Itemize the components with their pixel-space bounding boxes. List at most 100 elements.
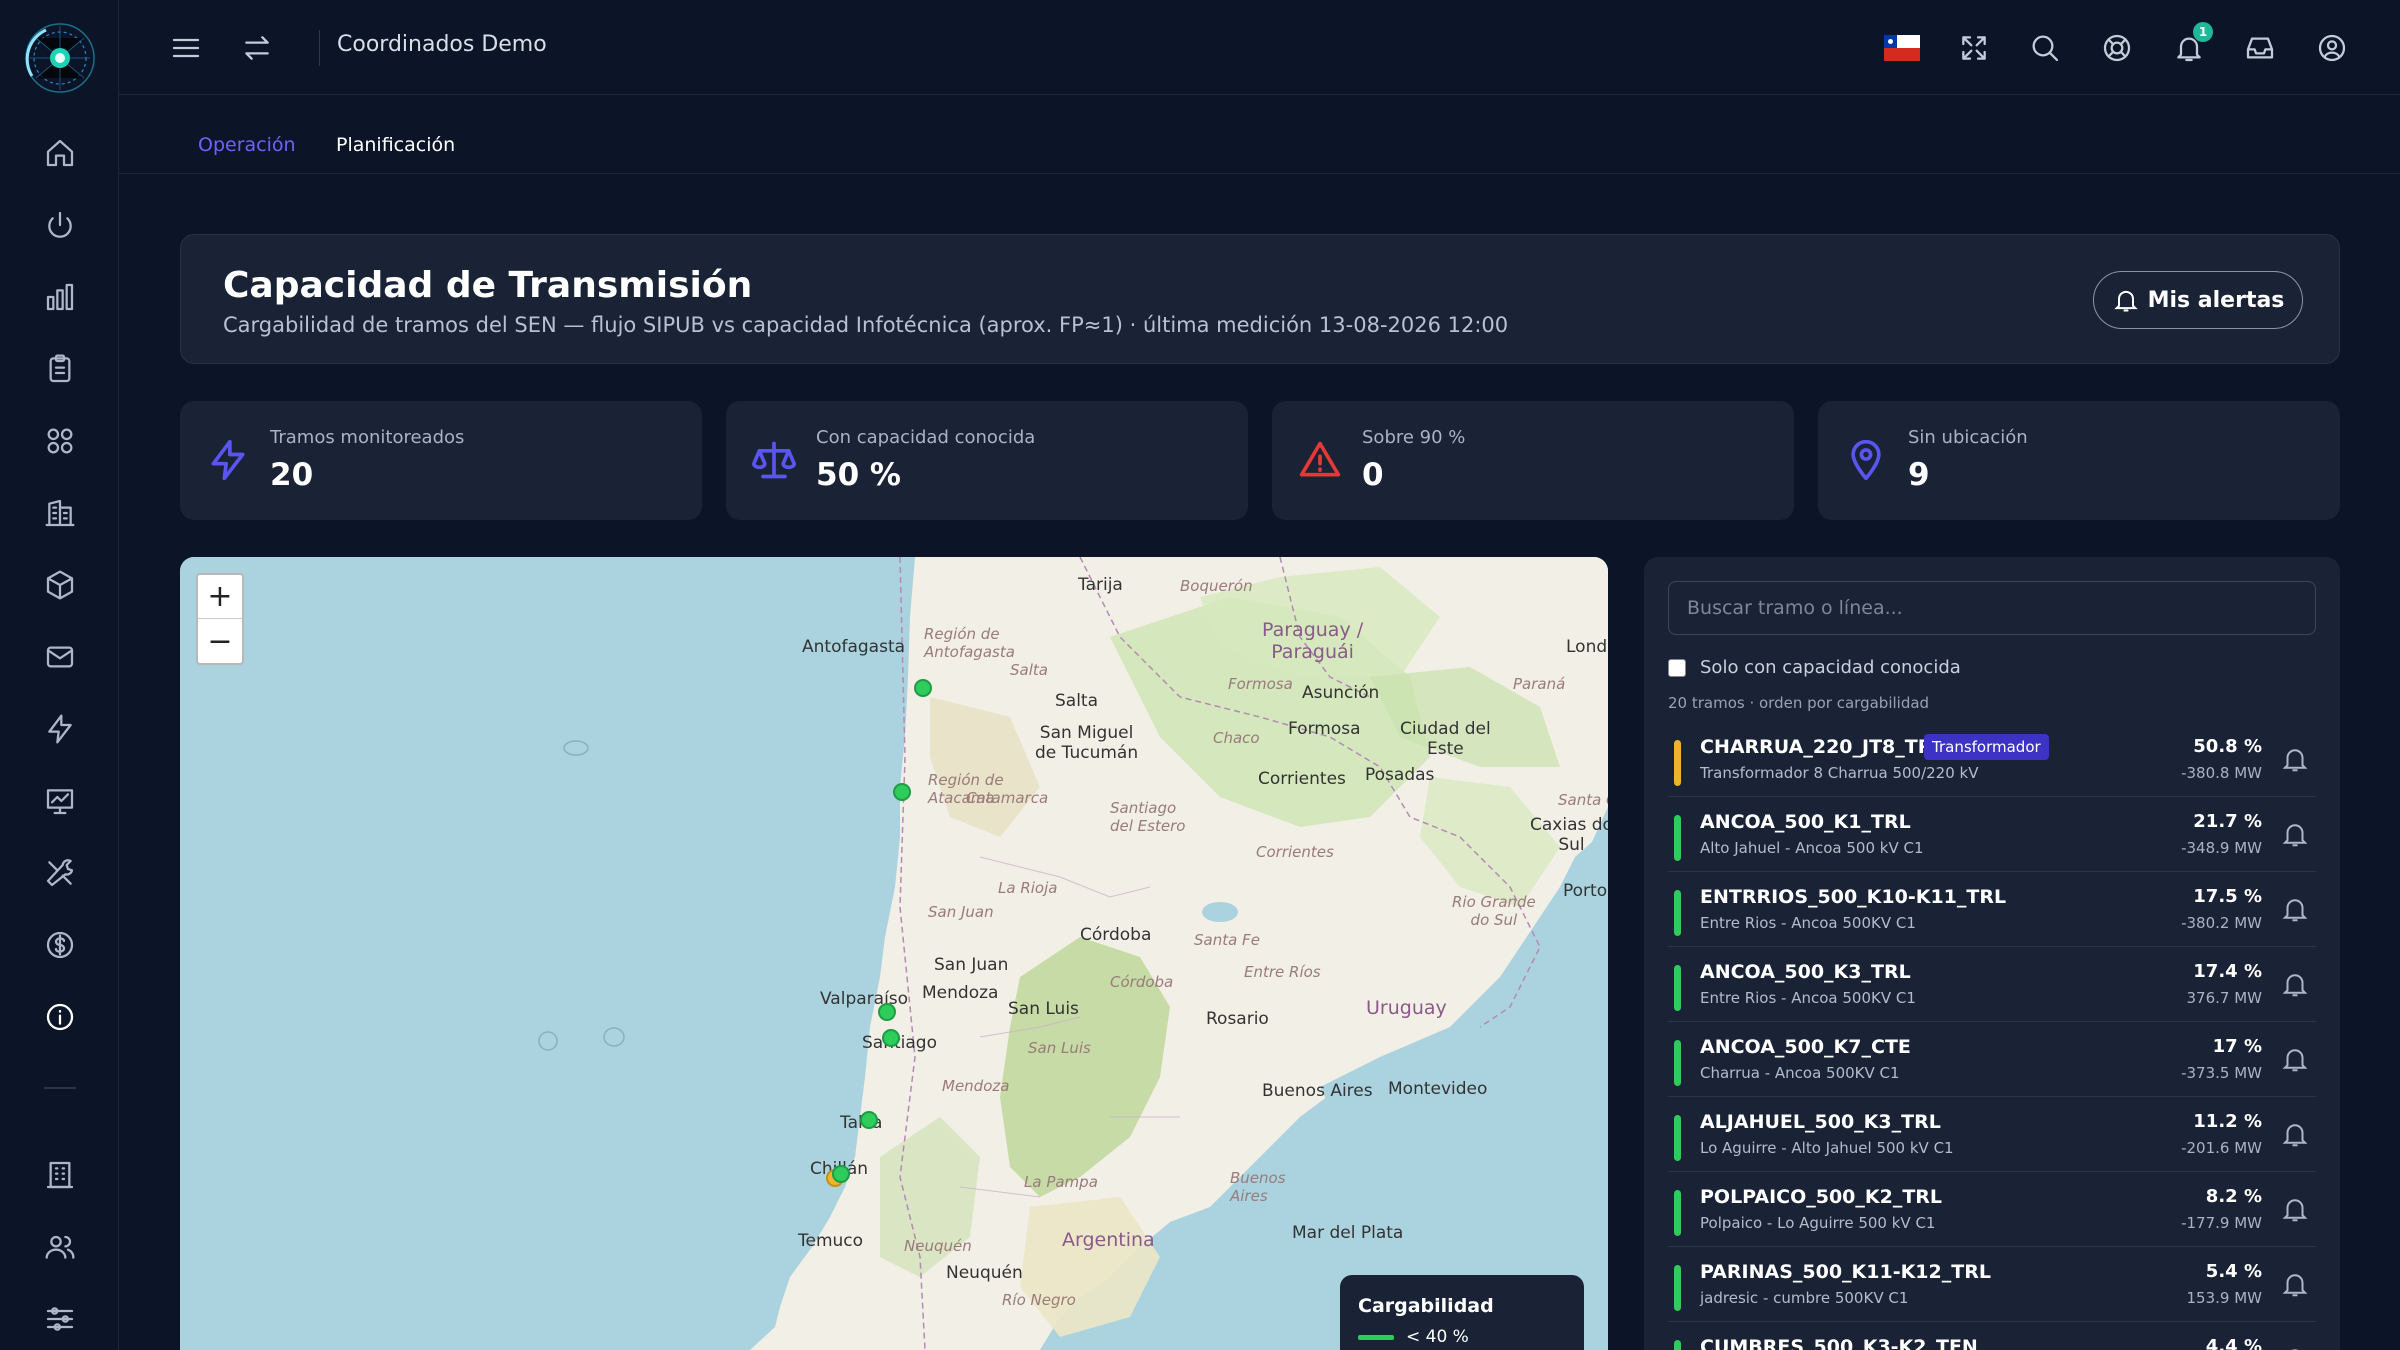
zoom-in-button[interactable]: + — [198, 575, 242, 619]
map-label: Corrientes — [1258, 769, 1346, 789]
bell-icon[interactable] — [2280, 969, 2310, 999]
bell-icon[interactable] — [2280, 819, 2310, 849]
tramo-pct: 17.5 % — [2193, 886, 2262, 907]
map-label: Córdoba — [1110, 973, 1174, 991]
tramo-desc: Entre Rios - Ancoa 500KV C1 — [1700, 989, 1916, 1007]
bell-icon[interactable] — [2280, 744, 2310, 774]
power-icon[interactable] — [40, 205, 80, 245]
map-label: Argentina — [1062, 1229, 1155, 1251]
map-view[interactable]: + − Tarija Boquerón Paraguay / Paraguái … — [180, 557, 1608, 1350]
bell-icon[interactable] — [2280, 1269, 2310, 1299]
tramo-mw: -348.9 MW — [2181, 839, 2262, 857]
sliders-icon[interactable] — [40, 1299, 80, 1339]
map-marker[interactable] — [893, 783, 911, 801]
cube-icon[interactable] — [40, 565, 80, 605]
map-label: Boquerón — [1180, 577, 1253, 595]
map-label: Mendoza — [942, 1077, 1010, 1095]
list-item[interactable]: CUMBRES_500_K3-K2_TEN 4.4 % — [1668, 1322, 2316, 1350]
list-item[interactable]: ANCOA_500_K7_CTE Charrua - Ancoa 500KV C… — [1668, 1022, 2316, 1097]
chile-flag-icon[interactable] — [1882, 28, 1922, 68]
tab-planificacion[interactable]: Planificación — [336, 134, 455, 156]
fullscreen-icon[interactable] — [1954, 28, 1994, 68]
tramo-name: ENTRRIOS_500_K10-K11_TRL — [1700, 886, 2007, 908]
search-input[interactable] — [1668, 581, 2316, 635]
dollar-icon[interactable] — [40, 925, 80, 965]
tramos-list: CHARRUA_220_JT8_TRL Transformador Transf… — [1668, 722, 2316, 1350]
bar-chart-icon[interactable] — [40, 277, 80, 317]
map-marker[interactable] — [882, 1029, 900, 1047]
app-logo[interactable] — [16, 16, 96, 100]
map-label: Tarija — [1078, 575, 1123, 595]
lifebuoy-icon[interactable] — [2097, 28, 2137, 68]
list-item[interactable]: ENTRRIOS_500_K10-K11_TRL Entre Rios - An… — [1668, 872, 2316, 947]
map-label: San Juan — [934, 955, 1009, 975]
map-label: Corrientes — [1256, 843, 1334, 861]
type-badge: Transformador — [1924, 734, 2049, 760]
menu-icon[interactable] — [166, 28, 206, 68]
app-title: Coordinados Demo — [337, 32, 547, 57]
list-item[interactable]: ANCOA_500_K3_TRL Entre Rios - Ancoa 500K… — [1668, 947, 2316, 1022]
search-icon[interactable] — [2025, 28, 2065, 68]
map-marker[interactable] — [832, 1165, 850, 1183]
map-label: Entre Ríos — [1244, 963, 1321, 981]
bell-icon[interactable] — [2280, 1119, 2310, 1149]
tramos-panel: Solo con capacidad conocida 20 tramos · … — [1644, 557, 2340, 1350]
tramo-mw: -201.6 MW — [2181, 1139, 2262, 1157]
zoom-controls: + − — [196, 573, 244, 665]
inbox-icon[interactable] — [2240, 28, 2280, 68]
mail-icon[interactable] — [40, 637, 80, 677]
tools-icon[interactable] — [40, 853, 80, 893]
map-label: Rosario — [1206, 1009, 1269, 1029]
bell-icon[interactable] — [2280, 894, 2310, 924]
zoom-out-button[interactable]: − — [198, 619, 242, 663]
map-marker[interactable] — [860, 1111, 878, 1129]
lightning-icon[interactable] — [40, 709, 80, 749]
map-label: Salta — [1055, 691, 1099, 711]
my-alerts-label: Mis alertas — [2147, 287, 2285, 313]
user-avatar-icon[interactable] — [2312, 28, 2352, 68]
switch-arrows-icon[interactable] — [237, 28, 277, 68]
tramo-pct: 17.4 % — [2193, 961, 2262, 982]
bell-icon[interactable]: 1 — [2169, 22, 2213, 68]
tramo-name: CHARRUA_220_JT8_TRL — [1700, 736, 1945, 758]
users-icon[interactable] — [40, 1227, 80, 1267]
sidebar — [0, 0, 119, 1350]
stat-value: 20 — [270, 457, 314, 493]
page-title: Capacidad de Transmisión — [223, 265, 753, 306]
apps-grid-icon[interactable] — [40, 421, 80, 461]
list-item[interactable]: CHARRUA_220_JT8_TRL Transformador Transf… — [1668, 722, 2316, 797]
office-building-icon[interactable] — [40, 1155, 80, 1195]
capacity-checkbox[interactable] — [1668, 658, 1686, 677]
tramo-desc: Transformador 8 Charrua 500/220 kV — [1700, 764, 1979, 782]
map-marker[interactable] — [878, 1003, 896, 1021]
my-alerts-button[interactable]: Mis alertas — [2093, 271, 2303, 329]
status-bar — [1674, 890, 1681, 936]
stat-card-capacidad: Con capacidad conocida 50 % — [726, 401, 1248, 520]
legend-item: < 40 % — [1358, 1327, 1566, 1347]
map-marker[interactable] — [914, 679, 932, 697]
list-item[interactable]: PARINAS_500_K11-K12_TRL jadresic - cumbr… — [1668, 1247, 2316, 1322]
clipboard-icon[interactable] — [40, 349, 80, 389]
scale-icon — [752, 438, 796, 482]
tab-operacion[interactable]: Operación — [198, 134, 296, 156]
building-icon[interactable] — [40, 493, 80, 533]
tramo-mw: 376.7 MW — [2186, 989, 2262, 1007]
map-label: Formosa — [1228, 675, 1293, 693]
map-label: Formosa — [1288, 719, 1361, 739]
bell-icon[interactable] — [2280, 1044, 2310, 1074]
list-item[interactable]: POLPAICO_500_K2_TRL Polpaico - Lo Aguirr… — [1668, 1172, 2316, 1247]
map-label: Temuco — [798, 1231, 864, 1251]
map-label: Buenos Aires — [1230, 1169, 1286, 1205]
stat-card-sobre-90: Sobre 90 % 0 — [1272, 401, 1794, 520]
tramo-desc: Polpaico - Lo Aguirre 500 kV C1 — [1700, 1214, 1936, 1232]
bell-icon[interactable] — [2280, 1194, 2310, 1224]
map-legend: Cargabilidad < 40 % — [1340, 1275, 1584, 1350]
bell-icon[interactable] — [2280, 1344, 2310, 1350]
capacity-filter[interactable]: Solo con capacidad conocida — [1668, 657, 1961, 678]
list-item[interactable]: ALJAHUEL_500_K3_TRL Lo Aguirre - Alto Ja… — [1668, 1097, 2316, 1172]
info-icon[interactable] — [40, 997, 80, 1037]
home-icon[interactable] — [40, 133, 80, 173]
header-card: Capacidad de Transmisión Cargabilidad de… — [180, 234, 2340, 364]
presentation-chart-icon[interactable] — [40, 781, 80, 821]
list-item[interactable]: ANCOA_500_K1_TRL Alto Jahuel - Ancoa 500… — [1668, 797, 2316, 872]
